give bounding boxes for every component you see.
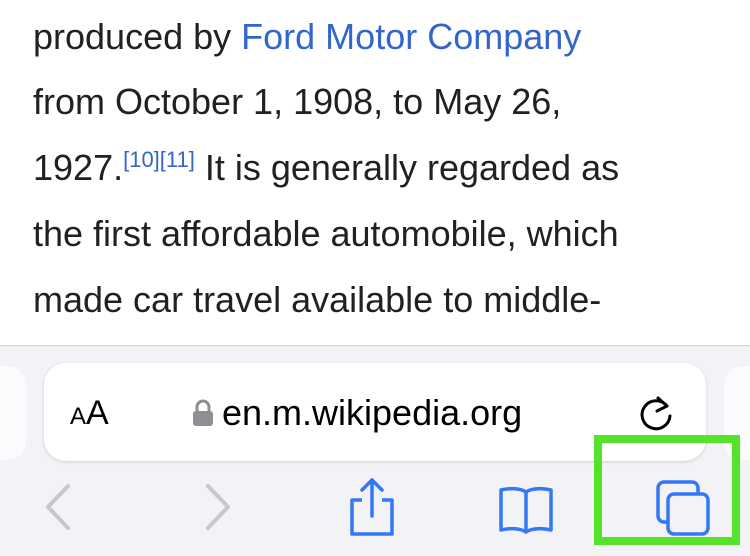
article-line-3-year: 1927. bbox=[33, 147, 124, 188]
reload-icon[interactable] bbox=[634, 392, 678, 436]
article-line-5: made car travel available to middle- bbox=[33, 279, 602, 320]
bookmarks-icon[interactable] bbox=[496, 476, 556, 538]
text-size-button[interactable]: AA bbox=[70, 393, 109, 433]
previous-tab-card[interactable] bbox=[0, 366, 26, 460]
browser-toolbar: AA en.m.wikipedia.org bbox=[0, 345, 750, 556]
reference-11-link[interactable]: [11] bbox=[160, 147, 195, 172]
url-display[interactable]: en.m.wikipedia.org bbox=[192, 391, 522, 435]
article-line-1-prefix: produced by bbox=[33, 16, 242, 57]
article-line-3: 1927.[10][11] It is generally regarded a… bbox=[33, 146, 619, 190]
url-text: en.m.wikipedia.org bbox=[222, 392, 523, 433]
tabs-button-highlight bbox=[594, 435, 740, 545]
article-line-1: produced by Ford Motor Company bbox=[33, 15, 581, 59]
ford-motor-company-link[interactable]: Ford Motor Company bbox=[241, 16, 581, 57]
lock-icon bbox=[193, 399, 213, 426]
back-icon[interactable] bbox=[28, 476, 88, 538]
article-line-4: the first affordable automobile, which bbox=[33, 213, 619, 254]
article-line-2: from October 1, 1908, to May 26, bbox=[33, 81, 562, 122]
reference-10-link[interactable]: [10] bbox=[123, 147, 160, 172]
article-line-3-rest: It is generally regarded as bbox=[194, 147, 620, 188]
forward-icon[interactable] bbox=[188, 476, 248, 538]
share-icon[interactable] bbox=[342, 476, 402, 538]
